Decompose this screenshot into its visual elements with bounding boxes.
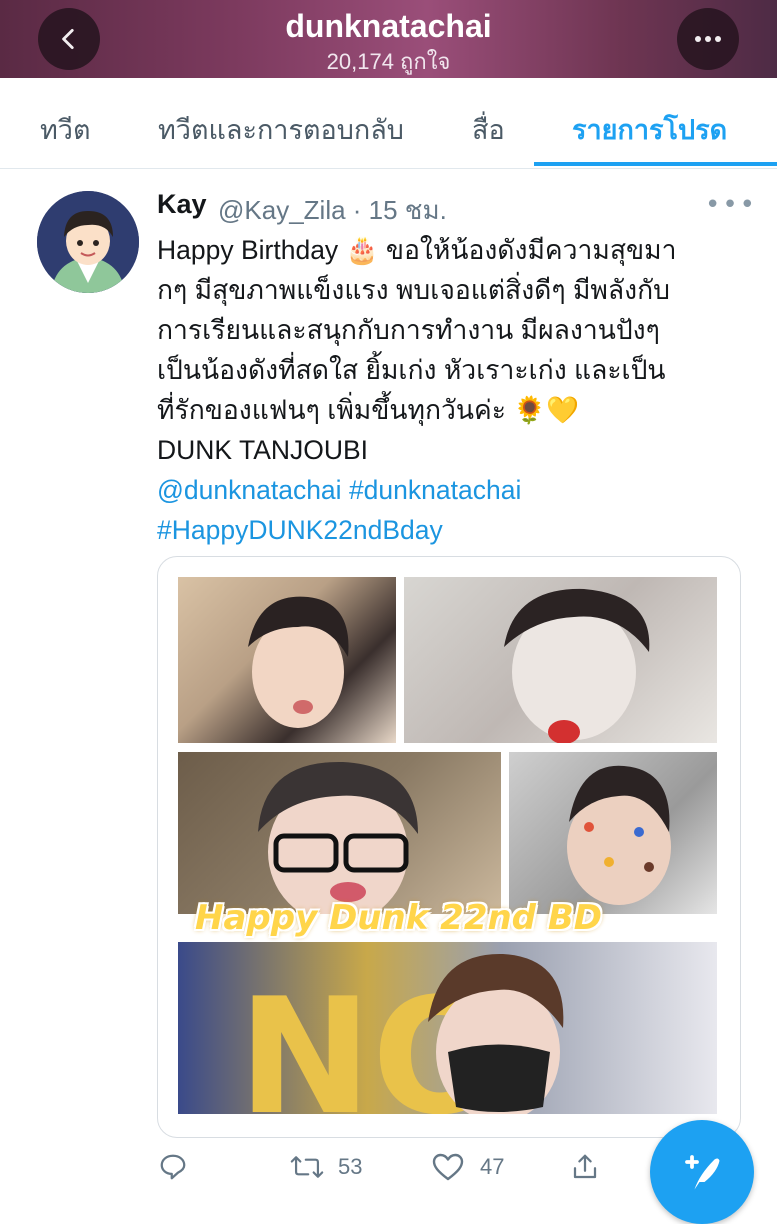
tab-tweets-replies[interactable]: ทวีตและการตอบกลับ <box>158 108 404 151</box>
tweet-text-line: DUNK TANJOUBI <box>157 435 369 465</box>
profile-tabs: ทวีต ทวีตและการตอบกลับ สื่อ รายการโปรด <box>0 78 777 169</box>
tab-tweets[interactable]: ทวีต <box>40 108 91 151</box>
tweet-text-line: ที่รักของแฟนๆ เพิ่มขึ้นทุกวันค่ะ 🌻💛 <box>157 395 580 425</box>
tweet-text-line: กๆ มีสุขภาพแข็งแรง พบเจอแต่สิ่งดีๆ มีพลั… <box>157 275 670 305</box>
hashtag-link[interactable]: #HappyDUNK22ndBday <box>157 515 443 545</box>
avatar[interactable] <box>37 191 139 293</box>
reply-icon <box>160 1154 186 1180</box>
heart-icon <box>432 1153 464 1181</box>
tab-media[interactable]: สื่อ <box>472 108 505 151</box>
collage-photo <box>178 577 396 743</box>
tweet-text-line: เป็นน้องดังที่สดใส ยิ้มเก่ง หัวเราะเก่ง … <box>157 355 666 385</box>
profile-name: dunknatachai <box>285 8 492 44</box>
tab-likes[interactable]: รายการโปรด <box>572 108 727 151</box>
active-tab-indicator <box>534 162 777 166</box>
collage-photo: NO <box>178 942 717 1114</box>
tweet-author-handle: @Kay_Zila · 15 ชม. <box>218 195 447 225</box>
mention-link[interactable]: @dunknatachai <box>157 475 342 505</box>
collage-photo <box>404 577 717 743</box>
retweet-button[interactable]: 53 <box>290 1152 362 1182</box>
profile-header: dunknatachai 20,174 ถูกใจ <box>0 0 777 78</box>
more-button[interactable] <box>677 8 739 70</box>
media-banner-text: Happy Dunk 22nd BD <box>195 898 602 938</box>
tweet-text: Happy Birthday 🎂 ขอให้น้องดังมีความสุขมา… <box>157 230 757 550</box>
tweet-text-line: การเรียนและสนุกกับการทำงาน มีผลงานปังๆ <box>157 315 660 345</box>
share-icon <box>573 1154 597 1179</box>
tweet-text-line: Happy Birthday 🎂 ขอให้น้องดังมีความสุขมา <box>157 235 677 265</box>
retweet-icon <box>290 1156 324 1178</box>
compose-tweet-button[interactable] <box>650 1120 754 1224</box>
collage-photo <box>178 752 501 914</box>
collage-photo <box>509 752 717 914</box>
retweet-count: 53 <box>338 1154 363 1179</box>
like-button[interactable]: 47 <box>432 1152 504 1182</box>
reply-button[interactable] <box>158 1152 188 1182</box>
likes-count: 20,174 ถูกใจ <box>326 49 451 74</box>
compose-tweet-icon <box>685 1155 720 1190</box>
hashtag-link[interactable]: #dunknatachai <box>349 475 521 505</box>
tweet-author-name[interactable]: Kay <box>157 189 207 220</box>
like-count: 47 <box>480 1154 505 1179</box>
tweet-more-icon[interactable]: ••• <box>705 190 757 220</box>
share-button[interactable] <box>570 1152 600 1182</box>
more-horizontal-icon <box>695 36 721 42</box>
